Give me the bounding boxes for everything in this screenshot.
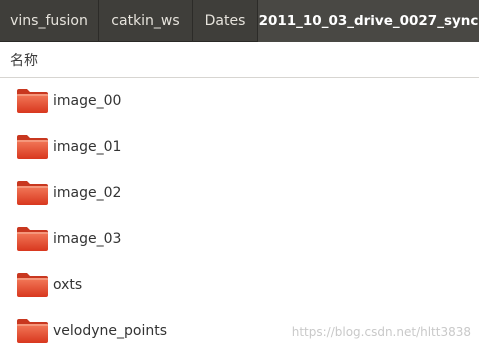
path-bar: vins_fusion catkin_ws Dates 2011_10_03_d…	[0, 0, 479, 42]
folder-icon	[17, 181, 48, 205]
list-item-image-01[interactable]: image_01	[0, 124, 479, 170]
folder-icon	[17, 319, 48, 343]
scrollbar[interactable]	[474, 78, 479, 349]
folder-icon	[17, 227, 48, 251]
name-column-header[interactable]: 名称	[0, 42, 479, 78]
folder-icon	[17, 135, 48, 159]
file-name: image_03	[53, 231, 122, 247]
path-tab-catkin-ws[interactable]: catkin_ws	[99, 0, 193, 42]
file-name: image_00	[53, 93, 122, 109]
folder-icon	[17, 89, 48, 113]
folder-icon	[17, 273, 48, 297]
path-tab-dates[interactable]: Dates	[193, 0, 258, 42]
file-name: oxts	[53, 277, 83, 293]
path-tab-current[interactable]: 2011_10_03_drive_0027_sync	[258, 0, 479, 42]
file-name: image_01	[53, 139, 122, 155]
path-tab-vins-fusion[interactable]: vins_fusion	[0, 0, 99, 42]
list-item-oxts[interactable]: oxts	[0, 262, 479, 308]
file-name: velodyne_points	[53, 323, 168, 339]
watermark-text: https://blog.csdn.net/hltt3838	[291, 325, 471, 339]
list-item-image-03[interactable]: image_03	[0, 216, 479, 262]
list-item-image-00[interactable]: image_00	[0, 78, 479, 124]
file-name: image_02	[53, 185, 122, 201]
list-item-image-02[interactable]: image_02	[0, 170, 479, 216]
name-column-label: 名称	[10, 52, 38, 69]
